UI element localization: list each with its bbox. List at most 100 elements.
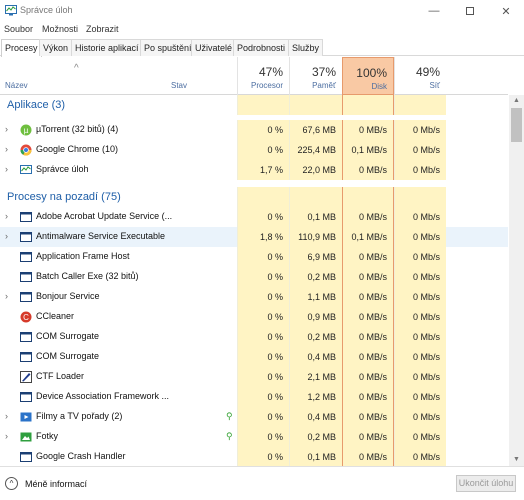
task-manager-icon (20, 165, 32, 174)
cpu-label: Procesor (250, 81, 283, 90)
expand-icon[interactable]: › (5, 164, 8, 174)
disk-value: 0 MB/s (358, 372, 387, 382)
table-row[interactable]: C CCleaner 0 % 0,9 MB 0 MB/s 0 Mb/s (0, 307, 508, 327)
network-value: 0 Mb/s (412, 292, 440, 302)
column-name[interactable]: Název (5, 81, 28, 90)
expand-icon[interactable]: › (5, 411, 8, 421)
group-header-background[interactable]: Procesy na pozadí (75) (0, 187, 508, 207)
table-row[interactable]: Device Association Framework ... 0 % 1,2 M… (0, 387, 508, 407)
tab-processes[interactable]: Procesy (1, 39, 42, 57)
fewer-details-link[interactable]: Méně informací (25, 479, 87, 489)
cpu-value: 1,8 % (259, 232, 283, 242)
cpu-value: 0 % (267, 252, 283, 262)
table-row[interactable]: › Fotky ⚲ 0 % 0,2 MB 0 MB/s 0 Mb/s (0, 427, 508, 447)
menu-view[interactable]: Zobrazit (86, 24, 119, 34)
cpu-value: 0 % (267, 332, 283, 342)
network-value: 0 Mb/s (412, 165, 440, 175)
column-status[interactable]: Stav (171, 81, 187, 90)
menu-options[interactable]: Možnosti (42, 24, 78, 34)
network-percent: 49% (415, 65, 440, 79)
table-row[interactable]: › Správce úloh 1,7 % 22,0 MB 0 MB/s 0 Mb… (0, 160, 508, 180)
close-button[interactable]: ✕ (488, 0, 524, 22)
table-row[interactable]: CTF Loader 0 % 2,1 MB 0 MB/s 0 Mb/s (0, 367, 508, 387)
tab-performance[interactable]: Výkon (39, 39, 73, 56)
tab-app-history[interactable]: Historie aplikací (71, 39, 143, 56)
tab-services[interactable]: Služby (288, 39, 324, 56)
table-row[interactable]: › Adobe Acrobat Update Service (... 0 % 0,1… (0, 207, 508, 227)
tab-bar: Procesy Výkon Historie aplikací Po spušt… (0, 38, 524, 57)
table-row[interactable]: Application Frame Host 0 % 6,9 MB 0 MB/s 0 M… (0, 247, 508, 267)
table-row[interactable]: › Google Chrome (10) 0 % 225,4 MB 0,1 MB… (0, 140, 508, 160)
disk-percent: 100% (356, 66, 387, 80)
expand-icon[interactable]: › (5, 231, 8, 241)
window-title: Správce úloh (20, 5, 73, 15)
memory-value: 2,1 MB (307, 372, 336, 382)
svg-text:C: C (23, 313, 29, 322)
tab-details[interactable]: Podrobnosti (233, 39, 290, 56)
cpu-value: 0 % (267, 312, 283, 322)
scroll-up-icon[interactable]: ▲ (509, 95, 524, 107)
table-row[interactable]: › µ µTorrent (32 bitů) (4) 0 % 67,6 MB 0… (0, 120, 508, 140)
tab-users[interactable]: Uživatelé (191, 39, 237, 56)
table-row[interactable]: › Bonjour Service 0 % 1,1 MB 0 MB/s 0 Mb/s (0, 287, 508, 307)
disk-value: 0 MB/s (358, 392, 387, 402)
process-name: Správce úloh (36, 164, 89, 174)
memory-value: 0,2 MB (307, 432, 336, 442)
table-row[interactable]: COM Surrogate 0 % 0,4 MB 0 MB/s 0 Mb/s (0, 347, 508, 367)
disk-value: 0 MB/s (358, 432, 387, 442)
disk-value: 0,1 MB/s (351, 232, 387, 242)
suspended-leaf-icon: ⚲ (226, 411, 233, 421)
expand-icon[interactable]: › (5, 291, 8, 301)
scroll-down-icon[interactable]: ▼ (509, 454, 524, 466)
memory-value: 0,9 MB (307, 312, 336, 322)
process-name: CCleaner (36, 311, 75, 321)
disk-value: 0 MB/s (358, 312, 387, 322)
expand-icon[interactable]: › (5, 211, 8, 221)
expand-icon[interactable]: › (5, 144, 8, 154)
cpu-value: 0 % (267, 452, 283, 462)
column-memory[interactable]: 37% Paměť (289, 57, 342, 95)
minimize-icon: — (428, 5, 440, 17)
table-row[interactable]: › Filmy a TV pořady (2) ⚲ 0 % 0,4 MB 0 MB/s 0 … (0, 407, 508, 427)
table-row[interactable]: Google Crash Handler 0 % 0,1 MB 0 MB/s 0 Mb/… (0, 447, 508, 466)
memory-value: 0,4 MB (307, 352, 336, 362)
disk-value: 0,1 MB/s (351, 145, 387, 155)
cpu-value: 0 % (267, 292, 283, 302)
cpu-percent: 47% (258, 65, 283, 79)
table-row[interactable]: COM Surrogate 0 % 0,2 MB 0 MB/s 0 Mb/s (0, 327, 508, 347)
memory-value: 1,2 MB (307, 392, 336, 402)
network-value: 0 Mb/s (412, 432, 440, 442)
network-value: 0 Mb/s (412, 272, 440, 282)
column-cpu[interactable]: 47% Procesor (237, 57, 289, 95)
vertical-scrollbar[interactable]: ▲ ▼ (509, 95, 524, 466)
memory-value: 0,2 MB (307, 272, 336, 282)
disk-value: 0 MB/s (358, 212, 387, 222)
minimize-button[interactable]: — (416, 0, 452, 22)
cpu-value: 0 % (267, 272, 283, 282)
expand-icon[interactable]: › (5, 124, 8, 134)
title-bar: Správce úloh — ✕ (0, 0, 524, 22)
memory-percent: 37% (311, 65, 336, 79)
group-header-apps[interactable]: Aplikace (3) (0, 95, 508, 115)
chevron-up-icon[interactable]: ^ (5, 477, 18, 490)
window-icon (20, 331, 32, 343)
process-name: µTorrent (32 bitů) (4) (36, 124, 119, 134)
column-header: ^ Název Stav 47% Procesor 37% Paměť 100%… (0, 57, 508, 95)
network-value: 0 Mb/s (412, 125, 440, 135)
cpu-value: 0 % (267, 352, 283, 362)
tab-startup[interactable]: Po spuštění (140, 39, 196, 56)
process-name: Google Chrome (10) (36, 144, 119, 154)
maximize-icon (466, 7, 474, 15)
menu-file[interactable]: Soubor (4, 24, 33, 34)
table-row[interactable]: Batch Caller Exe (32 bitů) 0 % 0,2 MB 0 MB/… (0, 267, 508, 287)
group-title-apps: Aplikace (3) (7, 99, 66, 111)
expand-icon[interactable]: › (5, 431, 8, 441)
scrollbar-thumb[interactable] (511, 108, 522, 142)
end-task-button[interactable]: Ukončit úlohu (456, 475, 516, 492)
column-network[interactable]: 49% Síť (394, 57, 446, 95)
network-value: 0 Mb/s (412, 312, 440, 322)
network-value: 0 Mb/s (412, 412, 440, 422)
column-disk[interactable]: 100% Disk (342, 57, 394, 95)
maximize-button[interactable] (452, 0, 488, 22)
table-row[interactable]: › Antimalware Service Executable 1,8 % 110,… (0, 227, 508, 247)
